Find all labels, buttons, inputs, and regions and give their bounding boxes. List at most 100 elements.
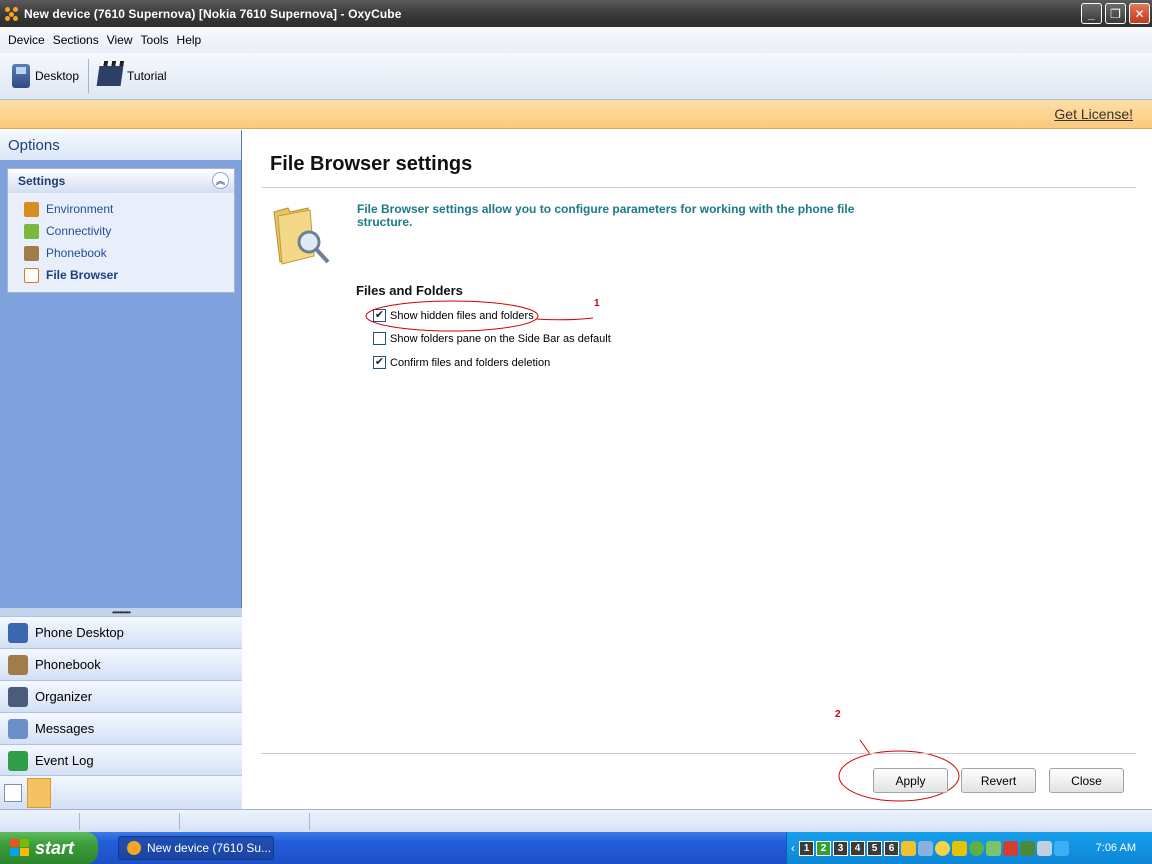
menu-help[interactable]: Help [173, 33, 206, 47]
tray-connection-icon[interactable] [1037, 840, 1052, 856]
option-show-folders-pane[interactable]: Show folders pane on the Side Bar as def… [373, 332, 611, 345]
main-panel: File Browser settings File Browser setti… [246, 130, 1152, 809]
toolbar-separator [88, 59, 90, 93]
nav-label: Event Log [35, 753, 94, 768]
sidebar-item-connectivity[interactable]: Connectivity [8, 220, 234, 242]
virtual-desktop-1[interactable]: 1 [799, 840, 814, 856]
sidebar-item-label: Phonebook [46, 246, 107, 260]
oxycube-task-icon [127, 841, 141, 855]
sidebar-item-environment[interactable]: Environment [8, 198, 234, 220]
sidebar-item-label: Connectivity [46, 224, 112, 238]
title-bar: New device (7610 Supernova) [Nokia 7610 … [0, 0, 1152, 27]
option-label: Show hidden files and folders [390, 309, 534, 322]
tray-network-icon[interactable] [918, 840, 933, 856]
environment-icon [24, 201, 39, 217]
sidebar-item-label: File Browser [46, 268, 119, 282]
options-small-icon[interactable] [27, 778, 51, 808]
restore-button[interactable]: ❐ [1105, 3, 1126, 24]
system-tray: ‹ 1 2 3 4 5 6 7:06 AM [786, 832, 1152, 864]
confirm-deletion-checkbox[interactable]: ✔ [373, 356, 386, 369]
tray-volume-icon[interactable] [1003, 840, 1018, 856]
desktop-button[interactable]: Desktop [6, 58, 85, 94]
virtual-desktop-4[interactable]: 4 [850, 840, 865, 856]
status-cell [0, 813, 80, 830]
tray-expand-icon[interactable]: ‹ [791, 841, 795, 855]
folder-search-icon [273, 207, 330, 265]
tray-ovi-icon[interactable] [1020, 840, 1035, 856]
files-and-folders-heading: Files and Folders [356, 283, 463, 298]
connectivity-icon [24, 223, 39, 239]
taskbar-window-button[interactable]: New device (7610 Su... [118, 836, 274, 860]
menu-sections[interactable]: Sections [49, 33, 103, 47]
button-divider [261, 753, 1136, 754]
show-hidden-checkbox[interactable]: ✔ [373, 309, 386, 322]
file-browser-icon [24, 267, 39, 283]
tray-messenger-icon[interactable] [935, 840, 950, 856]
menu-view[interactable]: View [103, 33, 137, 47]
menu-bar: Device Sections View Tools Help [0, 27, 1152, 53]
tutorial-icon [96, 66, 124, 86]
sidebar-splitter[interactable]: •••••••••• [0, 608, 242, 617]
show-folders-pane-checkbox[interactable] [373, 332, 386, 345]
license-bar: Get License! [0, 100, 1152, 129]
desktop-icon [12, 64, 30, 88]
file-browser-small-icon[interactable] [4, 784, 22, 802]
options-header: Options [0, 130, 241, 160]
intro-text: File Browser settings allow you to confi… [357, 202, 855, 229]
tray-package-icon[interactable] [901, 840, 916, 856]
virtual-desktop-5[interactable]: 5 [867, 840, 882, 856]
sidebar-item-label: Environment [46, 202, 114, 216]
phonebook-icon [8, 654, 28, 675]
desktop-label: Desktop [35, 69, 80, 83]
start-button[interactable]: start [0, 832, 98, 864]
apply-button[interactable]: Apply [873, 768, 948, 793]
get-license-link[interactable]: Get License! [1054, 106, 1133, 122]
option-show-hidden[interactable]: ✔ Show hidden files and folders [373, 309, 534, 322]
status-cell [80, 813, 180, 830]
menu-tools[interactable]: Tools [137, 33, 173, 47]
nav-event-log[interactable]: Event Log [0, 744, 242, 776]
nav-label: Phonebook [35, 657, 101, 672]
option-confirm-deletion[interactable]: ✔ Confirm files and folders deletion [373, 356, 550, 369]
annotation-2: 2 [835, 709, 841, 720]
clock: 7:06 AM [1095, 842, 1136, 854]
organizer-icon [8, 686, 28, 707]
option-label: Confirm files and folders deletion [390, 356, 551, 369]
tray-torrent-icon[interactable] [969, 840, 984, 856]
settings-panel-title: Settings [18, 174, 66, 188]
virtual-desktop-3[interactable]: 3 [833, 840, 848, 856]
nav-footer [0, 775, 242, 809]
nav-organizer[interactable]: Organizer [0, 680, 242, 712]
nav-messages[interactable]: Messages [0, 712, 242, 744]
nav-label: Organizer [35, 689, 93, 704]
virtual-desktop-6[interactable]: 6 [884, 840, 899, 856]
collapse-icon[interactable]: ︽ [212, 172, 229, 189]
phone-desktop-icon [8, 622, 28, 643]
annotation-overlay [365, 300, 960, 802]
taskbar: start New device (7610 Su... ‹ 1 2 3 4 5… [0, 832, 1152, 864]
tutorial-label: Tutorial [127, 69, 167, 83]
tutorial-button[interactable]: Tutorial [92, 58, 173, 94]
menu-device[interactable]: Device [4, 33, 49, 47]
tray-star-icon[interactable] [1054, 840, 1069, 856]
sidebar-item-phonebook[interactable]: Phonebook [8, 242, 234, 264]
tray-shield-icon[interactable] [952, 840, 967, 856]
settings-panel-header[interactable]: Settings ︽ [8, 169, 234, 193]
status-cell [180, 813, 310, 830]
nav-label: Phone Desktop [35, 625, 124, 640]
status-bar [0, 809, 1152, 832]
windows-logo-icon [10, 839, 30, 857]
tray-security-icon[interactable] [986, 840, 1001, 856]
oxycube-app-icon [4, 6, 20, 22]
phonebook-icon [24, 245, 39, 261]
minimize-button[interactable]: _ [1081, 3, 1102, 24]
settings-panel: Settings ︽ Environment Connectivity Phon… [7, 168, 235, 293]
close-window-button[interactable]: ✕ [1129, 3, 1150, 24]
revert-button[interactable]: Revert [961, 768, 1036, 793]
nav-phonebook[interactable]: Phonebook [0, 648, 242, 680]
nav-phone-desktop[interactable]: Phone Desktop [0, 616, 242, 648]
sidebar: Options Settings ︽ Environment Connectiv… [0, 130, 242, 809]
virtual-desktop-2[interactable]: 2 [816, 840, 831, 856]
close-button[interactable]: Close [1049, 768, 1124, 793]
sidebar-item-file-browser[interactable]: File Browser [8, 264, 234, 286]
